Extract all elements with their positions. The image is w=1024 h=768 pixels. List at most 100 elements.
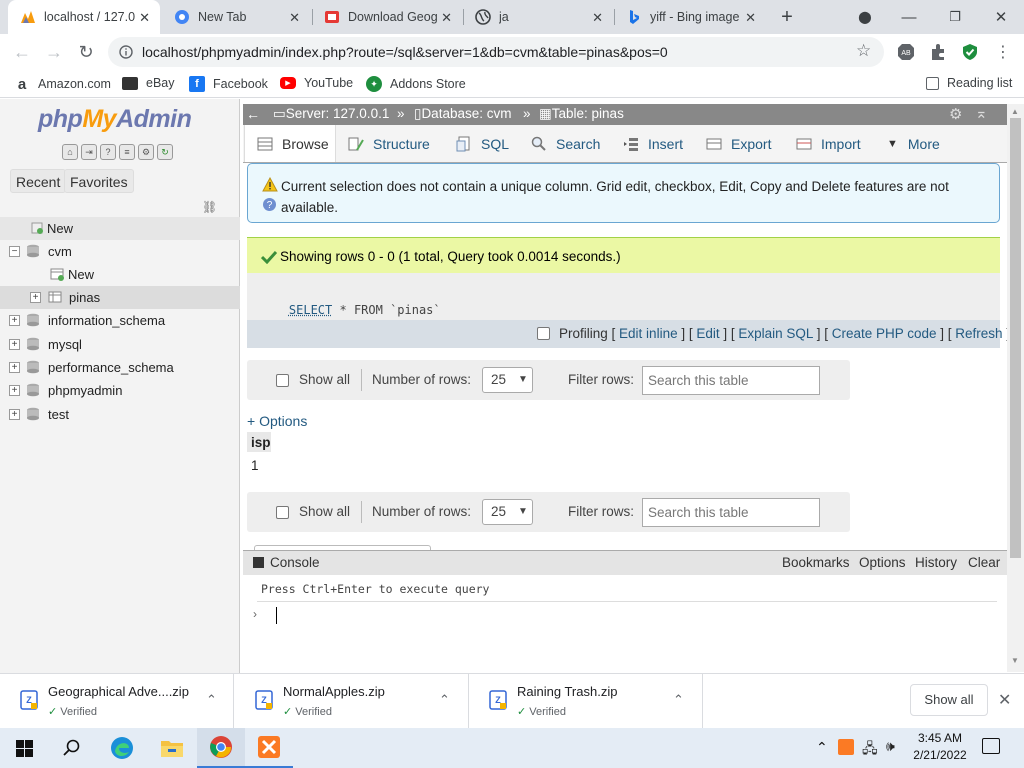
network-icon[interactable]: 🖧: [862, 738, 878, 762]
logout-icon[interactable]: ⇥: [81, 144, 97, 160]
tree-cvm-new-table[interactable]: New: [0, 263, 240, 286]
show-all-checkbox[interactable]: [276, 374, 289, 387]
tab-browse[interactable]: Browse: [244, 125, 336, 162]
expand-icon[interactable]: +: [9, 409, 20, 420]
recent-tab[interactable]: Recent: [10, 169, 67, 193]
extensions-puzzle-icon[interactable]: [929, 43, 947, 61]
favorites-tab[interactable]: Favorites: [64, 169, 134, 193]
profiling-checkbox[interactable]: [537, 327, 550, 340]
create-php-code-link[interactable]: Create PHP code: [832, 326, 937, 341]
minimize-button[interactable]: —: [886, 0, 932, 34]
new-tab-button[interactable]: +: [764, 0, 810, 34]
shield-check-icon[interactable]: [961, 43, 979, 61]
chevron-up-icon[interactable]: ⌃: [206, 692, 217, 708]
console-history-link[interactable]: History: [915, 555, 957, 570]
console-clear-link[interactable]: Clear: [968, 555, 1000, 570]
xampp-tray-icon[interactable]: [838, 739, 854, 755]
forward-icon[interactable]: →: [42, 40, 66, 64]
page-scrollbar[interactable]: ▲ ▼: [1007, 104, 1024, 672]
tab-search-icon[interactable]: ⬤: [842, 0, 888, 34]
tree-db-mysql[interactable]: + mysql: [0, 333, 240, 356]
back-icon[interactable]: ←: [10, 40, 34, 64]
console-options-link[interactable]: Options: [859, 555, 906, 570]
edit-inline-link[interactable]: Edit inline: [619, 326, 678, 341]
file-explorer-taskbar-button[interactable]: [148, 728, 196, 768]
bookmark-amazon[interactable]: a Amazon.com: [14, 76, 111, 93]
tab-import[interactable]: Import: [796, 125, 861, 162]
window-close-button[interactable]: ✕: [978, 0, 1024, 34]
console-title[interactable]: Console: [270, 555, 320, 570]
home-icon[interactable]: ⌂: [62, 144, 78, 160]
console-bar[interactable]: Console Bookmarks Options History Clear: [243, 551, 1007, 575]
tree-table-pinas[interactable]: + pinas: [0, 286, 240, 309]
address-bar[interactable]: localhost/phpmyadmin/index.php?route=/sq…: [108, 37, 884, 67]
expand-icon[interactable]: +: [9, 385, 20, 396]
bookmark-ebay[interactable]: eBay: [122, 76, 175, 90]
reading-list[interactable]: Reading list: [926, 76, 1012, 90]
chevron-up-icon[interactable]: ⌃: [673, 692, 684, 708]
search-taskbar-button[interactable]: [48, 728, 96, 768]
download-item[interactable]: Z Raining Trash.zip ✓ Verified ⌃: [469, 674, 703, 729]
sql-keyword[interactable]: SELECT: [289, 303, 332, 317]
search-table-input[interactable]: Search this table: [642, 498, 820, 527]
bookmark-addons-store[interactable]: ✦ Addons Store: [366, 76, 466, 92]
clock[interactable]: 3:45 AM 2/21/2022: [912, 731, 968, 762]
breadcrumb-server[interactable]: ▭Server: 127.0.0.1: [273, 106, 389, 122]
collapse-nav-arrow-icon[interactable]: ←: [246, 106, 260, 122]
breadcrumb-database[interactable]: ▯Database: cvm: [414, 106, 511, 122]
rows-select[interactable]: 25 ▼: [482, 367, 533, 393]
close-tab-icon[interactable]: ✕: [441, 10, 452, 26]
breadcrumb-table[interactable]: ▦Table: pinas: [539, 106, 624, 122]
close-tab-icon[interactable]: ✕: [592, 10, 603, 26]
help-icon[interactable]: ?: [100, 144, 116, 160]
tree-new-database[interactable]: New: [0, 217, 240, 240]
start-button[interactable]: [0, 728, 48, 768]
close-tab-icon[interactable]: ✕: [139, 10, 150, 26]
gear-icon[interactable]: ⚙: [138, 144, 154, 160]
scroll-down-icon[interactable]: ▼: [1011, 656, 1019, 665]
expand-icon[interactable]: +: [30, 292, 41, 303]
refresh-link[interactable]: Refresh: [955, 326, 1002, 341]
tab-export[interactable]: Export: [706, 125, 771, 162]
tree-db-phpmyadmin[interactable]: + phpmyadmin: [0, 379, 240, 402]
tab-more[interactable]: ▼ More: [887, 125, 940, 162]
console-bookmarks-link[interactable]: Bookmarks: [782, 555, 850, 570]
help-circle-icon[interactable]: ?: [262, 197, 277, 212]
reload-nav-icon[interactable]: ↻: [157, 144, 173, 160]
browser-menu-icon[interactable]: ⋮: [991, 40, 1015, 64]
bookmark-star-icon[interactable]: ☆: [856, 41, 871, 61]
reload-icon[interactable]: ↻: [74, 40, 98, 64]
tab-structure[interactable]: Structure: [348, 125, 430, 162]
close-tab-icon[interactable]: ✕: [289, 10, 300, 26]
close-shelf-icon[interactable]: ✕: [998, 690, 1011, 710]
browser-tab-ja[interactable]: ja ✕: [463, 0, 613, 34]
explain-sql-link[interactable]: Explain SQL: [738, 326, 813, 341]
close-tab-icon[interactable]: ✕: [745, 10, 756, 26]
download-item[interactable]: Z NormalApples.zip ✓ Verified ⌃: [235, 674, 469, 729]
download-item[interactable]: Z Geographical Adve....zip ✓ Verified ⌃: [0, 674, 234, 729]
tree-db-performance-schema[interactable]: + performance_schema: [0, 356, 240, 379]
adblock-extension-icon[interactable]: AB: [897, 43, 915, 61]
bookmark-youtube[interactable]: ▶ YouTube: [280, 76, 353, 90]
tree-db-cvm[interactable]: − cvm: [0, 240, 240, 263]
info-icon[interactable]: [119, 45, 133, 59]
scrollbar-thumb[interactable]: [1010, 118, 1021, 558]
collapse-top-icon[interactable]: ⌅: [975, 104, 988, 122]
browser-tab-phpmyadmin[interactable]: localhost / 127.0 ✕: [8, 0, 160, 34]
chevron-up-icon[interactable]: ⌃: [439, 692, 450, 708]
collapse-icon[interactable]: −: [9, 246, 20, 257]
restore-button[interactable]: ❐: [932, 0, 978, 34]
edge-taskbar-button[interactable]: [98, 728, 146, 768]
show-all-checkbox[interactable]: [276, 506, 289, 519]
browser-tab-download[interactable]: Download Geog ✕: [312, 0, 462, 34]
browser-tab-bing[interactable]: yiff - Bing image ✕: [614, 0, 766, 34]
sql-query-box[interactable]: SELECT * FROM `pinas`: [247, 273, 1000, 320]
expand-icon[interactable]: +: [9, 339, 20, 350]
expand-icon[interactable]: +: [9, 315, 20, 326]
settings-gear-icon[interactable]: ⚙: [949, 105, 962, 123]
scroll-up-icon[interactable]: ▲: [1011, 107, 1019, 116]
tab-search[interactable]: Search: [531, 125, 600, 162]
search-table-input[interactable]: Search this table: [642, 366, 820, 395]
link-chain-icon[interactable]: ⛓: [202, 200, 217, 214]
notifications-icon[interactable]: [982, 738, 1000, 754]
